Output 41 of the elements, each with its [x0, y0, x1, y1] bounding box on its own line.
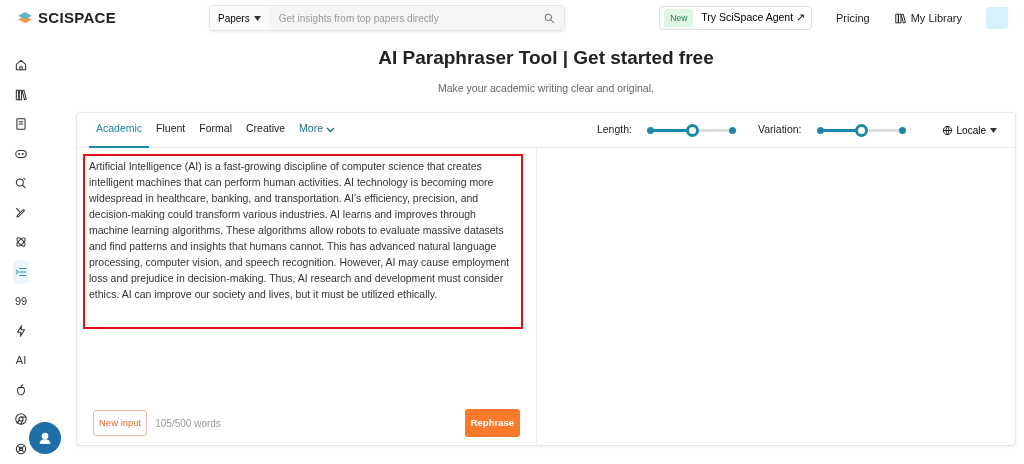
- support-button[interactable]: [29, 422, 61, 454]
- word-count: 105/500 words: [155, 416, 221, 431]
- scope-dropdown[interactable]: Papers: [210, 6, 269, 30]
- browser-icon: [14, 412, 28, 426]
- locale-dropdown[interactable]: Locale: [935, 121, 1003, 139]
- page-title: AI Paraphraser Tool | Get started free: [377, 46, 715, 70]
- brand-name: SCISPACE: [38, 7, 116, 28]
- mode-tab[interactable]: More: [292, 112, 342, 148]
- knot-icon: [14, 441, 28, 456]
- apple-icon: [14, 382, 28, 397]
- home-icon: [14, 58, 28, 72]
- books-icon: [893, 11, 907, 25]
- library-link[interactable]: My Library: [893, 9, 962, 27]
- input-text[interactable]: Artificial Intelligence (AI) is a fast-growing discipline of computer science that creates intelligent machines that can perform human activities. AI technology is becoming more widespread in healthcare, banking, and transportation. AI's efficiency, precision, and decision-making could transform various industries. AI learns and improves through machine learning algorithms. These algorithms allow robots to evaluate massive datasets and find patterns and insights that humans cannot. This has advanced natural language processing, computer vision, and speech recognition. However, AI may cause employment loss and prejudice in decision-making. Thus, AI research and development must consider ethics. AI can improve our society and lives, but it must be utilized ethically.: [83, 154, 523, 330]
- sidebar-item[interactable]: AI: [13, 348, 29, 372]
- mode-tab[interactable]: Creative: [238, 112, 293, 148]
- search-icon: [543, 11, 556, 25]
- notebook-icon: [14, 117, 28, 131]
- search-field[interactable]: Papers Get insights from top papers directly: [209, 5, 565, 31]
- mode-tab[interactable]: Academic: [89, 112, 150, 148]
- slider[interactable]: [815, 123, 906, 137]
- search-icon: [14, 176, 28, 190]
- person-icon: [37, 430, 53, 446]
- pen-icon: [14, 205, 28, 220]
- bolt-icon: [14, 323, 28, 338]
- agent-button[interactable]: New Try SciSpace Agent ↗: [659, 6, 813, 30]
- sidebar-item[interactable]: 99: [13, 289, 29, 313]
- caret-icon: [253, 15, 261, 21]
- caret-icon: [990, 127, 997, 133]
- atom-icon: [14, 235, 28, 249]
- mode-tab[interactable]: Fluent: [149, 112, 193, 148]
- slider-label: Length:: [596, 122, 632, 138]
- books-icon: [14, 87, 28, 102]
- new-badge: New: [664, 8, 694, 28]
- mode-tab[interactable]: Formal: [192, 112, 239, 148]
- globe-icon: [941, 124, 953, 136]
- chevron-icon: [325, 126, 335, 133]
- slider-label: Variation:: [757, 122, 802, 138]
- slider[interactable]: [645, 123, 736, 137]
- pricing-link[interactable]: Pricing: [836, 9, 870, 27]
- page-subtitle: Make your academic writing clear and original.: [437, 80, 655, 96]
